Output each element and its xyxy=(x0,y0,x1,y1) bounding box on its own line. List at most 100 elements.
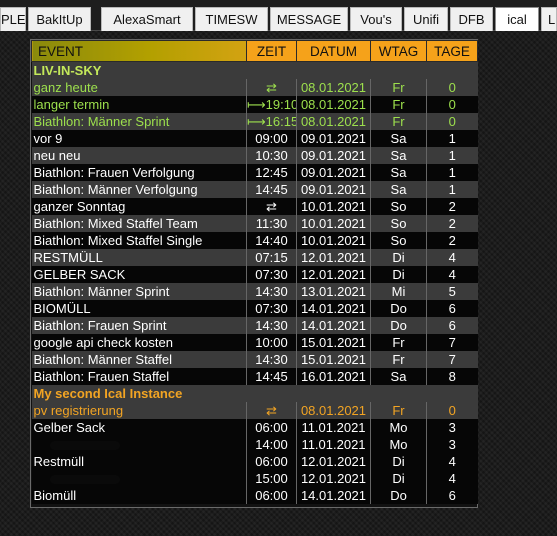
event-tage-cell: 1 xyxy=(426,147,478,164)
event-event-cell: Biathlon: Frauen Staffel xyxy=(31,368,247,385)
tab-dfb[interactable]: DFB xyxy=(450,7,493,31)
tab-message[interactable]: MESSAGE xyxy=(270,7,348,31)
event-tage-cell: 2 xyxy=(426,232,478,249)
event-event-cell: RESTMÜLL xyxy=(31,249,247,266)
event-datum-cell: 12.01.2021 xyxy=(296,470,371,487)
tab-alexasmart[interactable]: AlexaSmart xyxy=(101,7,193,31)
column-header-tage: TAGE xyxy=(426,40,478,62)
all-day-icon: ⇄ xyxy=(246,198,297,215)
event-event-cell xyxy=(31,436,247,453)
event-datum-cell: 11.01.2021 xyxy=(296,436,371,453)
event-event-cell: Biathlon: Frauen Sprint xyxy=(31,317,247,334)
event-zeit-cell: 07:15 xyxy=(246,249,297,266)
event-zeit-cell: ⟼16:15 xyxy=(246,113,297,130)
event-row: google api check kosten 10:00 15.01.2021 Fr… xyxy=(31,334,478,351)
event-tage-cell: 2 xyxy=(426,198,478,215)
tab-l[interactable]: L xyxy=(541,7,557,31)
tab-unifi[interactable]: Unifi xyxy=(404,7,448,31)
event-zeit-cell: 14:45 xyxy=(246,368,297,385)
event-datum-cell: 16.01.2021 xyxy=(296,368,371,385)
event-tage-cell: 3 xyxy=(426,419,478,436)
event-zeit-cell: 14:00 xyxy=(246,436,297,453)
event-row: Biathlon: Mixed Staffel Team 11:30 10.01.2… xyxy=(31,215,478,232)
event-datum-cell: 09.01.2021 xyxy=(296,130,371,147)
ical-event-table: EVENT ZEIT DATUM WTAG TAGE LIV-IN-SKY gan… xyxy=(31,40,478,504)
event-wtag-cell: Do xyxy=(370,300,427,317)
event-tage-cell: 1 xyxy=(426,164,478,181)
event-event-cell: GELBER SACK xyxy=(31,266,247,283)
event-row: 15:00 12.01.2021 Di 4 xyxy=(31,470,478,487)
column-header-wtag: WTAG xyxy=(370,40,427,62)
event-wtag-cell: So xyxy=(370,198,427,215)
event-datum-cell: 08.01.2021 xyxy=(296,96,371,113)
event-datum-cell: 08.01.2021 xyxy=(296,79,371,96)
event-wtag-cell: Mo xyxy=(370,436,427,453)
event-zeit-cell: 09:00 xyxy=(246,130,297,147)
event-tage-cell: 0 xyxy=(426,402,478,419)
event-row: langer termin ⟼19:10 08.01.2021 Fr 0 xyxy=(31,96,478,113)
event-zeit-cell: 06:00 xyxy=(246,487,297,504)
event-wtag-cell: Do xyxy=(370,487,427,504)
event-zeit-cell: 14:30 xyxy=(246,317,297,334)
event-tage-cell: 4 xyxy=(426,266,478,283)
event-zeit-cell: 07:30 xyxy=(246,266,297,283)
event-row: Biomüll 06:00 14.01.2021 Do 6 xyxy=(31,487,478,504)
event-tage-cell: 5 xyxy=(426,283,478,300)
tab-timesw[interactable]: TIMESW xyxy=(195,7,268,31)
event-event-cell xyxy=(31,470,247,487)
all-day-icon: ⇄ xyxy=(246,79,297,96)
event-event-cell: langer termin xyxy=(31,96,247,113)
column-header-datum: DATUM xyxy=(296,40,371,62)
event-wtag-cell: Di xyxy=(370,453,427,470)
event-datum-cell: 11.01.2021 xyxy=(296,419,371,436)
event-wtag-cell: Di xyxy=(370,470,427,487)
event-zeit-cell: 14:30 xyxy=(246,351,297,368)
event-wtag-cell: Sa xyxy=(370,368,427,385)
tab-ple[interactable]: PLE xyxy=(0,7,26,31)
event-zeit-cell: 10:30 xyxy=(246,147,297,164)
event-row: Biathlon: Frauen Verfolgung 12:45 09.01.20… xyxy=(31,164,478,181)
event-datum-cell: 09.01.2021 xyxy=(296,164,371,181)
event-wtag-cell: Fr xyxy=(370,113,427,130)
event-row: ganz heute ⇄ 08.01.2021 Fr 0 xyxy=(31,79,478,96)
event-wtag-cell: Fr xyxy=(370,351,427,368)
event-tage-cell: 0 xyxy=(426,79,478,96)
event-row: Biathlon: Männer Staffel 14:30 15.01.2021 F… xyxy=(31,351,478,368)
event-wtag-cell: So xyxy=(370,215,427,232)
event-zeit-cell: 14:45 xyxy=(246,181,297,198)
event-row: Restmüll 06:00 12.01.2021 Di 4 xyxy=(31,453,478,470)
event-row: neu neu 10:30 09.01.2021 Sa 1 xyxy=(31,147,478,164)
tab-vou-s[interactable]: Vou's xyxy=(350,7,402,31)
event-wtag-cell: Sa xyxy=(370,130,427,147)
event-row: ganzer Sonntag ⇄ 10.01.2021 So 2 xyxy=(31,198,478,215)
tab-bakitup[interactable]: BakItUp xyxy=(28,7,91,31)
event-zeit-cell: 14:30 xyxy=(246,283,297,300)
event-row: Biathlon: Männer Sprint 14:30 13.01.2021 Mi… xyxy=(31,283,478,300)
event-event-cell: Biathlon: Männer Staffel xyxy=(31,351,247,368)
event-wtag-cell: Di xyxy=(370,266,427,283)
event-row: Biathlon: Mixed Staffel Single 14:40 10.01… xyxy=(31,232,478,249)
event-datum-cell: 09.01.2021 xyxy=(296,147,371,164)
event-row: GELBER SACK 07:30 12.01.2021 Di 4 xyxy=(31,266,478,283)
event-tage-cell: 2 xyxy=(426,215,478,232)
event-datum-cell: 14.01.2021 xyxy=(296,487,371,504)
event-datum-cell: 10.01.2021 xyxy=(296,232,371,249)
event-wtag-cell: Sa xyxy=(370,181,427,198)
event-datum-cell: 12.01.2021 xyxy=(296,453,371,470)
event-datum-cell: 15.01.2021 xyxy=(296,334,371,351)
event-tage-cell: 6 xyxy=(426,300,478,317)
event-zeit-cell: 06:00 xyxy=(246,453,297,470)
table-body: LIV-IN-SKY ganz heute ⇄ 08.01.2021 Fr 0 langer… xyxy=(31,61,478,504)
event-datum-cell: 09.01.2021 xyxy=(296,181,371,198)
event-event-cell: vor 9 xyxy=(31,130,247,147)
event-wtag-cell: Sa xyxy=(370,147,427,164)
all-day-icon: ⇄ xyxy=(246,402,297,419)
event-row: Biathlon: Männer Verfolgung 14:45 09.01.20… xyxy=(31,181,478,198)
event-tage-cell: 8 xyxy=(426,368,478,385)
event-event-cell: Biathlon: Männer Sprint xyxy=(31,283,247,300)
event-tage-cell: 4 xyxy=(426,249,478,266)
event-wtag-cell: Do xyxy=(370,317,427,334)
tab-ical[interactable]: ical xyxy=(495,7,539,31)
event-tage-cell: 1 xyxy=(426,181,478,198)
event-wtag-cell: Fr xyxy=(370,96,427,113)
